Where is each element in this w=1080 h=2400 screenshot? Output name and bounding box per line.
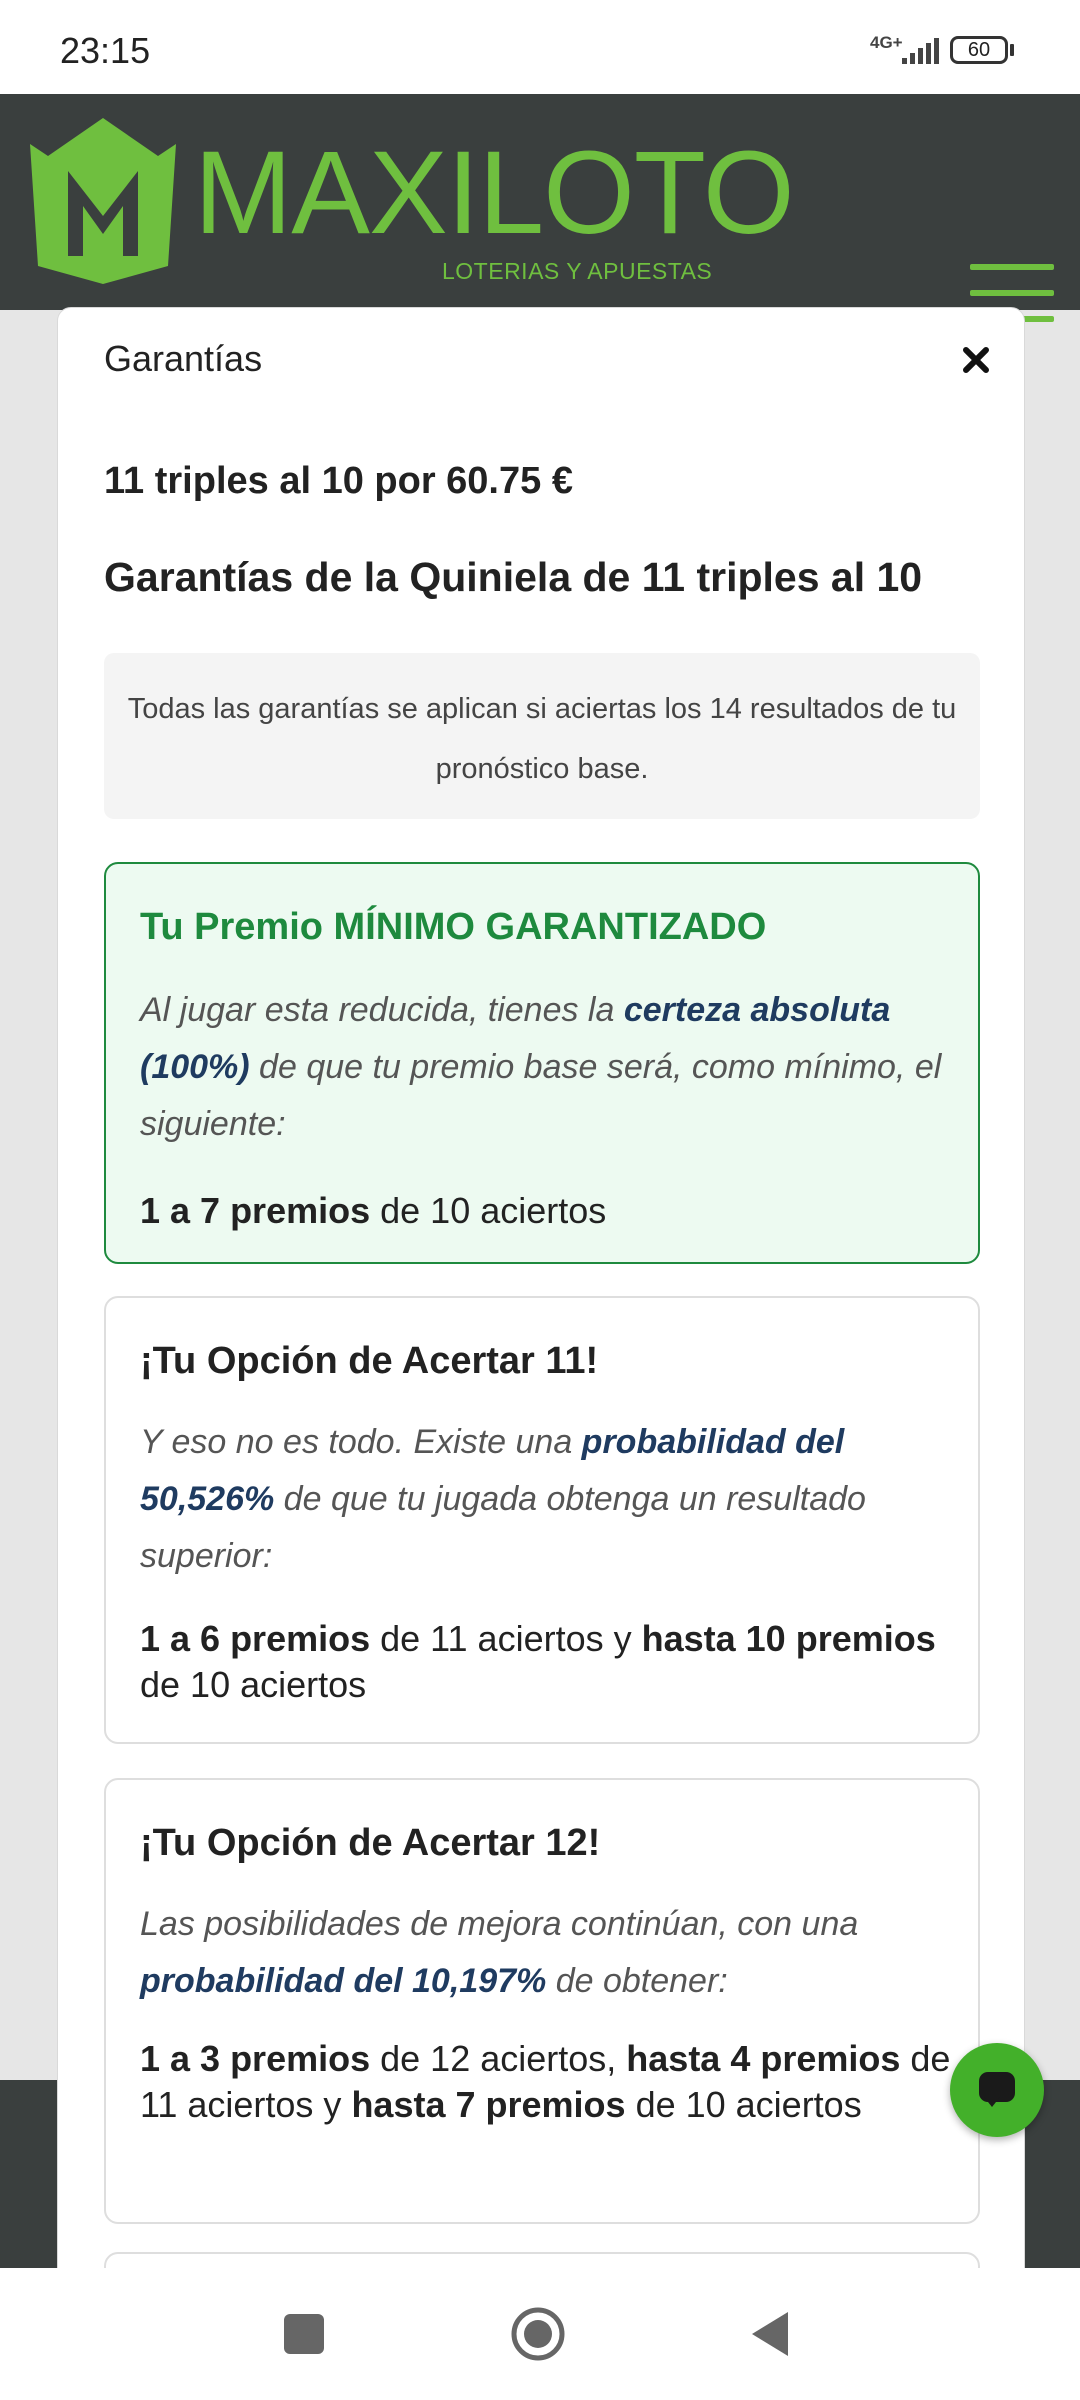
site-header: MAXILOTO LOTERIAS Y APUESTAS <box>0 94 1080 322</box>
card-title: ¡Tu Opción de Acertar 12! <box>140 1822 601 1864</box>
back-icon[interactable] <box>750 2310 792 2358</box>
card-result: 1 a 6 premios de 11 aciertos y hasta 10 … <box>140 1618 936 1705</box>
network-type-label: 4G+ <box>870 33 903 52</box>
status-time: 23:15 <box>60 30 151 71</box>
card-description: Las posibilidades de mejora continúan, c… <box>140 1905 859 2000</box>
battery-tip <box>1010 44 1014 56</box>
card-description: Al jugar esta reducida, tienes la certez… <box>140 991 942 1143</box>
minimum-prize-card: Tu Premio MÍNIMO GARANTIZADO Al jugar es… <box>104 862 980 1264</box>
modal-title: Garantías <box>104 338 263 379</box>
section-heading: Garantías de la Quiniela de 11 triples a… <box>104 554 923 600</box>
navigation-bar <box>0 2268 1080 2400</box>
menu-line <box>970 290 1054 296</box>
card-title: ¡Tu Opción de Acertar 11! <box>140 1340 599 1382</box>
card-result: 1 a 7 premios de 10 aciertos <box>140 1190 607 1231</box>
option-11-card: ¡Tu Opción de Acertar 11! Y eso no es to… <box>104 1296 980 1744</box>
card-description: Y eso no es todo. Existe una probabilida… <box>140 1423 866 1575</box>
menu-line <box>970 264 1054 270</box>
option-12-card: ¡Tu Opción de Acertar 12! Las posibilida… <box>104 1778 980 2224</box>
logo-icon <box>30 118 176 284</box>
brand-tagline: LOTERIAS Y APUESTAS <box>442 258 713 284</box>
card-title: Tu Premio MÍNIMO GARANTIZADO <box>140 906 767 948</box>
card-result: 1 a 3 premios de 12 aciertos, hasta 4 pr… <box>140 2038 951 2125</box>
status-icons: 4G+ 60 <box>870 32 1020 72</box>
recent-apps-icon[interactable] <box>284 2314 324 2354</box>
close-icon[interactable] <box>958 342 994 378</box>
home-icon[interactable] <box>510 2306 566 2362</box>
guarantees-modal: Garantías 11 triples al 10 por 60.75 € G… <box>57 307 1025 2309</box>
play-summary: 11 triples al 10 por 60.75 € <box>104 460 573 502</box>
chat-bubble-tail <box>984 2097 1000 2107</box>
chat-button[interactable] <box>950 2043 1044 2137</box>
signal-icon <box>902 38 939 64</box>
status-bar: 23:15 4G+ 60 <box>0 0 1080 94</box>
info-text: Todas las garantías se aplican si aciert… <box>127 693 957 785</box>
info-box: Todas las garantías se aplican si aciert… <box>104 653 980 819</box>
battery-icon: 60 <box>950 36 1008 64</box>
brand-name: MAXILOTO <box>194 127 795 259</box>
